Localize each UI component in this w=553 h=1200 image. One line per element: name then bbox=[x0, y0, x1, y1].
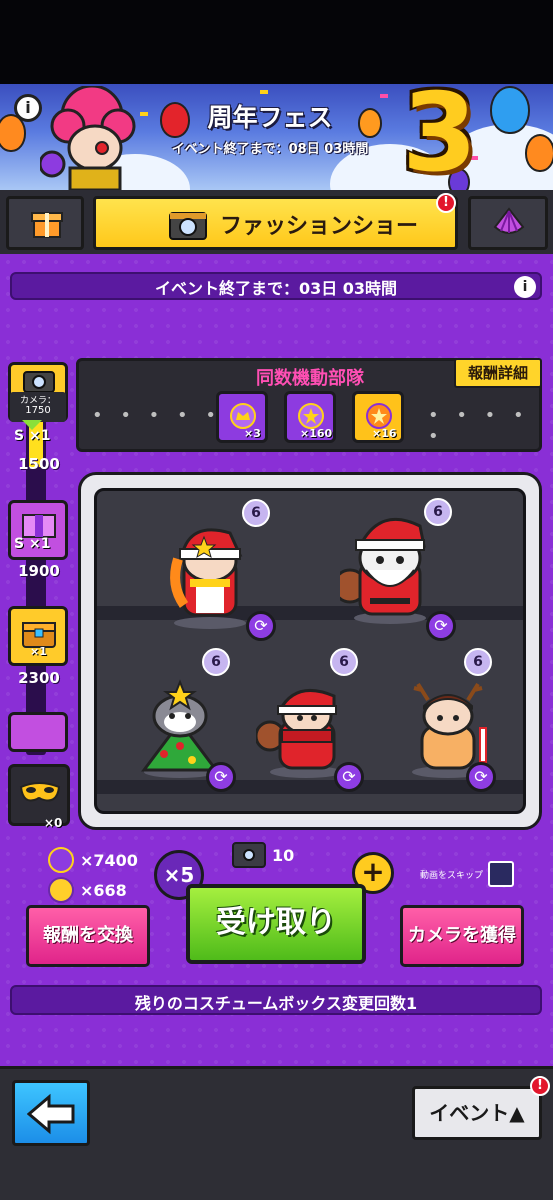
receive-button[interactable]: 受け取り bbox=[186, 884, 366, 964]
event-alert-badge: ! bbox=[530, 1076, 550, 1096]
remaining-changes-text: 残りのコスチュームボックス変更回数1 bbox=[134, 994, 418, 1013]
costume-girl-santa[interactable] bbox=[160, 515, 260, 635]
info-icon[interactable]: i bbox=[14, 94, 42, 122]
costume-level-badge: 6 bbox=[464, 648, 492, 676]
gold-medal-icon bbox=[48, 877, 74, 903]
milestone-value: 1900 bbox=[18, 562, 60, 580]
gold-medal-count: ×668 bbox=[80, 881, 127, 900]
status-bar bbox=[0, 0, 553, 84]
tab-alert-badge: ! bbox=[436, 193, 456, 213]
reward-detail-button[interactable]: 報酬詳細 bbox=[454, 358, 542, 388]
milestone-reward-count: S ×1 bbox=[14, 536, 51, 552]
swap-icon[interactable]: ⟳ bbox=[206, 762, 236, 792]
swap-icon[interactable]: ⟳ bbox=[426, 611, 456, 641]
clown-character bbox=[40, 86, 136, 190]
banner-title: 周年フェス bbox=[207, 103, 333, 132]
swap-icon[interactable]: ⟳ bbox=[246, 611, 276, 641]
info-icon[interactable]: i bbox=[514, 276, 536, 298]
camera-icon bbox=[23, 371, 55, 393]
tab-shell[interactable] bbox=[468, 196, 548, 250]
event-button-label: イベント bbox=[429, 1101, 510, 1125]
crown-medal-icon bbox=[230, 403, 256, 429]
event-banner: i 周年フェス イベント終了まで：08日 03時間 3 bbox=[0, 84, 553, 190]
star-medal-icon bbox=[298, 403, 324, 429]
costume-level-badge: 6 bbox=[202, 648, 230, 676]
camera-icon bbox=[169, 212, 207, 240]
skip-video-label: 動画をスキップ bbox=[420, 871, 484, 881]
camera-value: 1750 bbox=[25, 405, 51, 416]
purple-medal-icon bbox=[48, 847, 74, 873]
tab-fashion-label: ファッションショー bbox=[220, 214, 419, 239]
squad-title: 同数機動部隊 bbox=[256, 368, 364, 389]
tab-gift[interactable] bbox=[6, 196, 84, 250]
milestone-reward-count: S ×1 bbox=[14, 428, 51, 444]
skip-video-checkbox[interactable] bbox=[488, 861, 514, 887]
costume-level-badge: 6 bbox=[242, 499, 270, 527]
purple-medal-count: ×7400 bbox=[80, 851, 138, 870]
gift-icon bbox=[31, 212, 63, 238]
milestone-reward-box[interactable] bbox=[8, 712, 68, 752]
squad-dots-left: • • • • • bbox=[92, 405, 222, 426]
treasure-chest-icon bbox=[22, 622, 56, 648]
medal-count: ×3 bbox=[244, 427, 261, 440]
camera-icon bbox=[232, 842, 266, 868]
camera-count-box: カメラ： 1750 bbox=[10, 392, 66, 422]
costume-box-icon bbox=[22, 514, 56, 538]
costume-level-badge: 6 bbox=[424, 498, 452, 526]
anniversary-number: 3 bbox=[402, 84, 478, 190]
squad-dots-right: • • • • • bbox=[428, 405, 530, 447]
milestone-value: 2300 bbox=[18, 669, 60, 687]
medal-count: ×160 bbox=[300, 427, 333, 440]
banner-countdown: イベント終了まで：08日 03時間 bbox=[171, 142, 369, 157]
camera-count: 10 bbox=[272, 846, 295, 865]
medal-count: ×16 bbox=[372, 427, 397, 440]
swap-icon[interactable]: ⟳ bbox=[334, 762, 364, 792]
exchange-rewards-button[interactable]: 報酬を交換 bbox=[26, 905, 150, 967]
event-button[interactable]: イベント▲ bbox=[412, 1086, 542, 1140]
mask-icon bbox=[19, 782, 61, 802]
costume-level-badge: 6 bbox=[330, 648, 358, 676]
milestone-reward-count: ×1 bbox=[30, 645, 47, 658]
star-medal-icon bbox=[366, 403, 392, 429]
get-camera-button[interactable]: カメラを獲得 bbox=[400, 905, 524, 967]
costume-santa-cat[interactable] bbox=[340, 506, 440, 626]
milestone-value: 1500 bbox=[18, 455, 60, 473]
up-arrow-icon: ▲ bbox=[509, 1101, 525, 1125]
event-timer-text: イベント終了まで：03日 03時間 bbox=[154, 279, 398, 298]
mask-count: ×0 bbox=[44, 816, 63, 830]
swap-icon[interactable]: ⟳ bbox=[466, 762, 496, 792]
back-arrow-icon bbox=[27, 1093, 75, 1135]
shell-icon bbox=[493, 207, 525, 234]
back-button[interactable] bbox=[12, 1080, 90, 1146]
